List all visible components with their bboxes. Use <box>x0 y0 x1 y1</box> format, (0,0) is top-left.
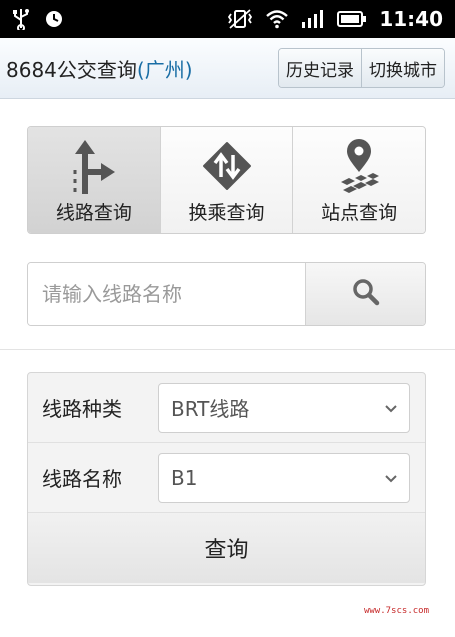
tab-transfer-query[interactable]: 换乘查询 <box>159 127 293 233</box>
usb-icon <box>12 8 30 30</box>
tab-route-query-label: 线路查询 <box>55 202 132 224</box>
chevron-down-icon <box>385 398 397 417</box>
tab-stop-query-label: 站点查询 <box>321 202 398 224</box>
wifi-icon <box>265 9 289 29</box>
route-name-label: 线路名称 <box>42 467 122 491</box>
route-name-input[interactable] <box>28 263 305 325</box>
search-button[interactable] <box>305 263 425 325</box>
route-name-select[interactable]: B1 <box>158 452 410 503</box>
app-title: 8684公交查询(广州) <box>0 54 193 83</box>
route-arrow-icon <box>69 138 119 194</box>
title-bar: 8684公交查询(广州) 历史记录 切换城市 <box>0 38 455 99</box>
history-button[interactable]: 历史记录 <box>279 49 361 87</box>
battery-icon <box>337 10 367 28</box>
alarm-clock-icon <box>44 9 64 29</box>
tab-route-query[interactable]: 线路查询 <box>28 127 160 233</box>
route-filter-form: 线路种类 BRT线路 线路名称 B1 查询 <box>27 372 426 586</box>
transfer-diamond-icon <box>202 138 252 194</box>
clock-time: 11:40 <box>379 7 443 31</box>
tab-stop-query[interactable]: 站点查询 <box>292 127 425 233</box>
route-type-label: 线路种类 <box>42 397 122 421</box>
tab-transfer-query-label: 换乘查询 <box>188 202 265 224</box>
map-pin-icon <box>331 138 387 194</box>
section-divider <box>0 349 455 350</box>
route-search-bar <box>27 262 426 326</box>
header-button-group: 历史记录 切换城市 <box>278 48 445 88</box>
route-name-row: 线路名称 B1 <box>28 443 425 513</box>
vibrate-icon <box>227 8 253 30</box>
route-name-value: B1 <box>171 465 198 490</box>
query-button[interactable]: 查询 <box>28 513 425 583</box>
signal-icon <box>301 9 325 29</box>
search-icon <box>352 278 380 310</box>
query-mode-tabs: 线路查询 换乘查询 站点查询 <box>27 126 426 234</box>
app-name: 8684公交查询 <box>6 57 137 82</box>
status-bar: 11:40 <box>0 0 455 38</box>
chevron-down-icon <box>385 468 397 487</box>
route-type-select[interactable]: BRT线路 <box>158 382 410 433</box>
current-city: (广州) <box>136 57 193 82</box>
route-type-row: 线路种类 BRT线路 <box>28 373 425 443</box>
switch-city-button[interactable]: 切换城市 <box>361 49 444 87</box>
watermark: www.7scs.com <box>363 606 429 616</box>
route-type-value: BRT线路 <box>171 397 250 421</box>
